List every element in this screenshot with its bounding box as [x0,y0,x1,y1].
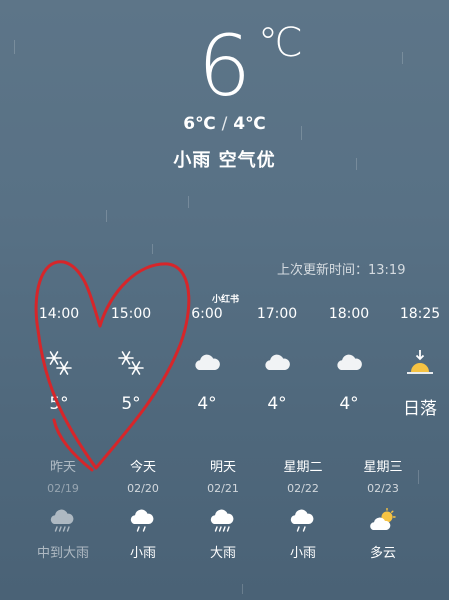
day-name: 昨天 [49,460,76,475]
day-name: 今天 [129,460,156,475]
hour-temp: 4° [197,394,217,414]
day-name: 明天 [209,460,236,475]
daily-forecast[interactable]: 昨天 02/19 中到大雨 今天 02/20 小雨 明天 02/21 大雨 星期… [0,456,449,566]
partly-cloudy-icon [370,508,396,530]
cloud-icon [337,354,362,370]
day-name: 星期三 [363,460,403,475]
day-condition: 大雨 [209,546,236,561]
low-temp: 4℃ [233,114,266,134]
day-date: 02/20 [127,482,159,495]
snow-icon [46,351,72,375]
day-condition: 中到大雨 [36,546,89,561]
hour-time: 14:00 [38,306,80,322]
heavy-rain-icon [50,509,74,532]
temperature-value: 6 [197,17,252,115]
day-condition: 小雨 [289,546,316,561]
day-date: 02/21 [207,482,239,495]
temperature-range: 6℃ / 4℃ [0,114,449,134]
snow-icon [118,351,144,375]
hour-temp: 5° [121,394,141,414]
hour-temp: 5° [49,394,69,414]
cloud-icon [265,354,290,370]
light-rain-icon [130,509,154,532]
last-updated: 上次更新时间：13:19 [277,263,406,278]
hour-time: 18:00 [328,306,370,322]
watermark-text: 小红书 [212,295,240,305]
hour-time: 18:25 [399,306,441,322]
hour-time: 17:00 [256,306,298,322]
high-temp: 6℃ [183,114,216,134]
hour-time: 15:00 [110,306,152,322]
day-date: 02/23 [367,482,399,495]
hour-temp: 4° [339,394,359,414]
cloud-icon [195,354,220,370]
temperature-unit: ℃ [258,20,303,66]
current-temperature: 6 ℃ [0,18,449,114]
day-condition: 多云 [369,546,396,561]
air-quality-text[interactable]: 空气优 [219,150,276,171]
condition-text: 小雨 [173,150,212,171]
hour-temp: 日落 [403,399,437,419]
hourly-forecast[interactable]: 14:00 5° 15:00 5° 6:00 4° 17:00 4° 18:00… [0,306,449,426]
day-condition: 小雨 [129,546,156,561]
heavy-rain-icon [210,509,234,532]
hour-temp: 4° [267,394,287,414]
condition-line: 小雨 空气优 [0,146,449,172]
range-separator: / [221,114,228,134]
day-name: 星期二 [283,460,323,475]
day-date: 02/19 [47,482,79,495]
sunset-icon [407,350,433,374]
day-date: 02/22 [287,482,319,495]
light-rain-icon [290,509,314,532]
hour-time: 6:00 [191,306,223,322]
